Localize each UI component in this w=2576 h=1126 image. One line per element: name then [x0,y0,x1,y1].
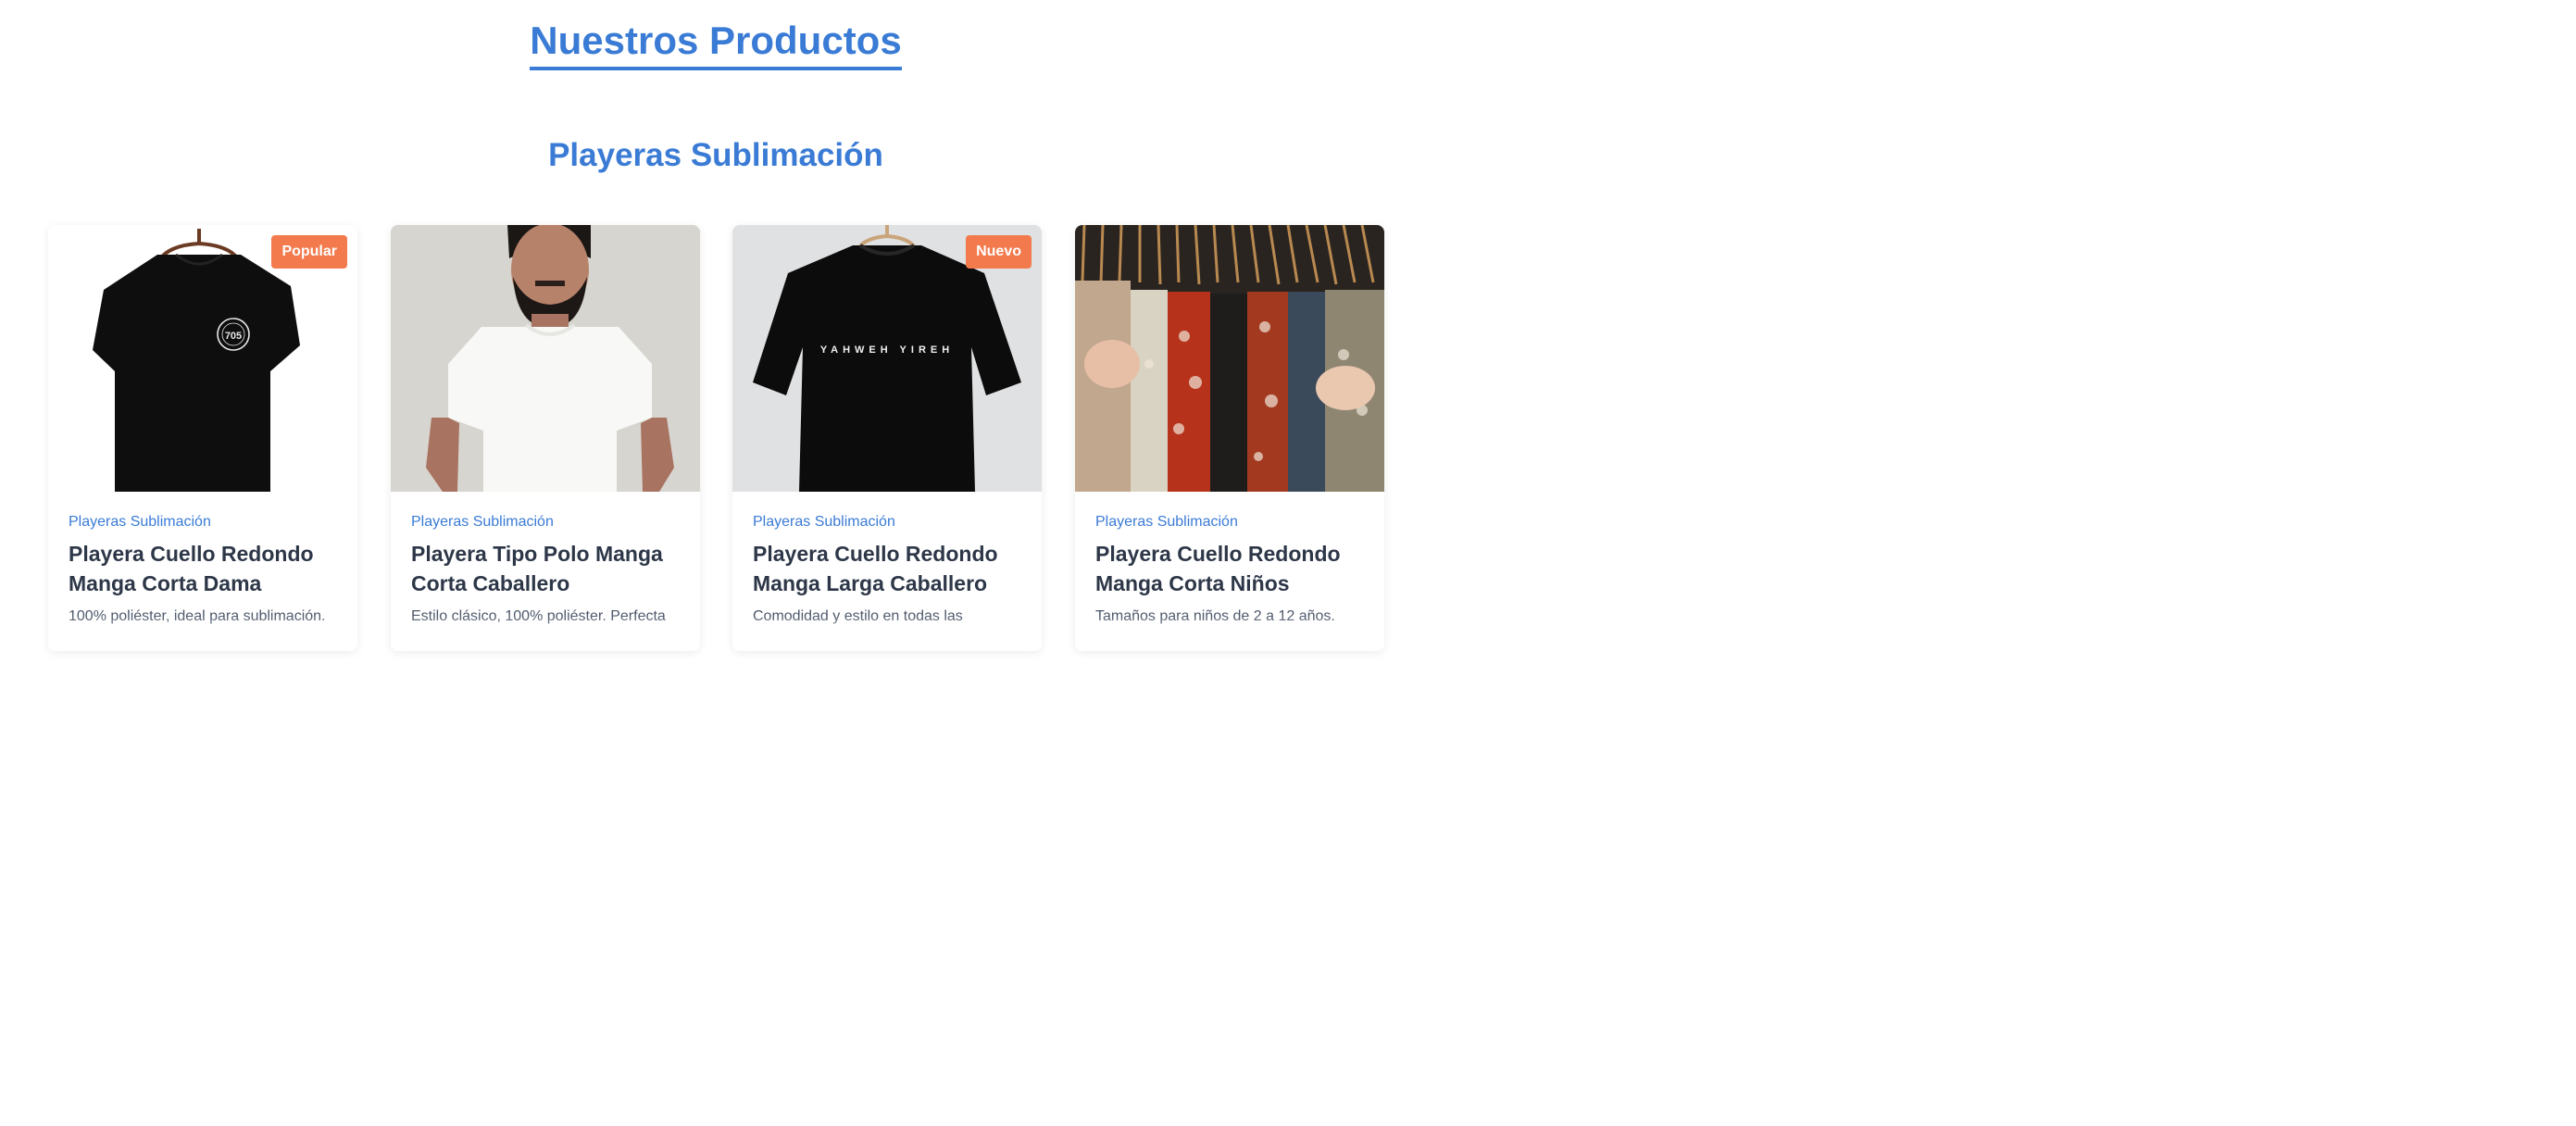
popular-badge: Popular [271,235,347,269]
product-name[interactable]: Playera Cuello Redondo Manga Corta Niños [1095,539,1373,598]
product-name[interactable]: Playera Cuello Redondo Manga Larga Cabal… [753,539,1031,598]
product-description: Estilo clásico, 100% poliéster. Perfecta [411,608,666,624]
product-card[interactable]: 705 Popular Playeras Sublimación Playera… [48,225,357,651]
new-badge: Nuevo [966,235,1032,269]
section-title: Playeras Sublimación [548,137,883,173]
product-category[interactable]: Playeras Sublimación [753,514,895,531]
product-name[interactable]: Playera Tipo Polo Manga Corta Caballero [411,539,689,598]
product-category[interactable]: Playeras Sublimación [411,514,554,531]
product-category[interactable]: Playeras Sublimación [69,514,211,531]
page-title-wrap: Nuestros Productos [0,19,1432,70]
product-grid: 705 Popular Playeras Sublimación Playera… [48,225,1384,651]
product-card[interactable]: Playeras Sublimación Playera Tipo Polo M… [391,225,700,651]
tshirt-logo-text: 705 [225,331,242,342]
product-card[interactable]: Playeras Sublimación Playera Cuello Redo… [1075,225,1384,651]
page-title: Nuestros Productos [530,19,902,70]
product-image[interactable] [391,225,700,492]
product-card[interactable]: YAHWEH YIREH Nuevo Playeras Sublimación … [732,225,1042,651]
product-description: Tamaños para niños de 2 a 12 años. [1095,608,1335,624]
product-category[interactable]: Playeras Sublimación [1095,514,1238,531]
product-description: Comodidad y estilo en todas las [753,608,963,624]
product-name[interactable]: Playera Cuello Redondo Manga Corta Dama [69,539,346,598]
product-description: 100% poliéster, ideal para sublimación. [69,608,326,624]
tshirt-print-text: YAHWEH YIREH [820,344,954,356]
product-image[interactable] [1075,225,1384,492]
